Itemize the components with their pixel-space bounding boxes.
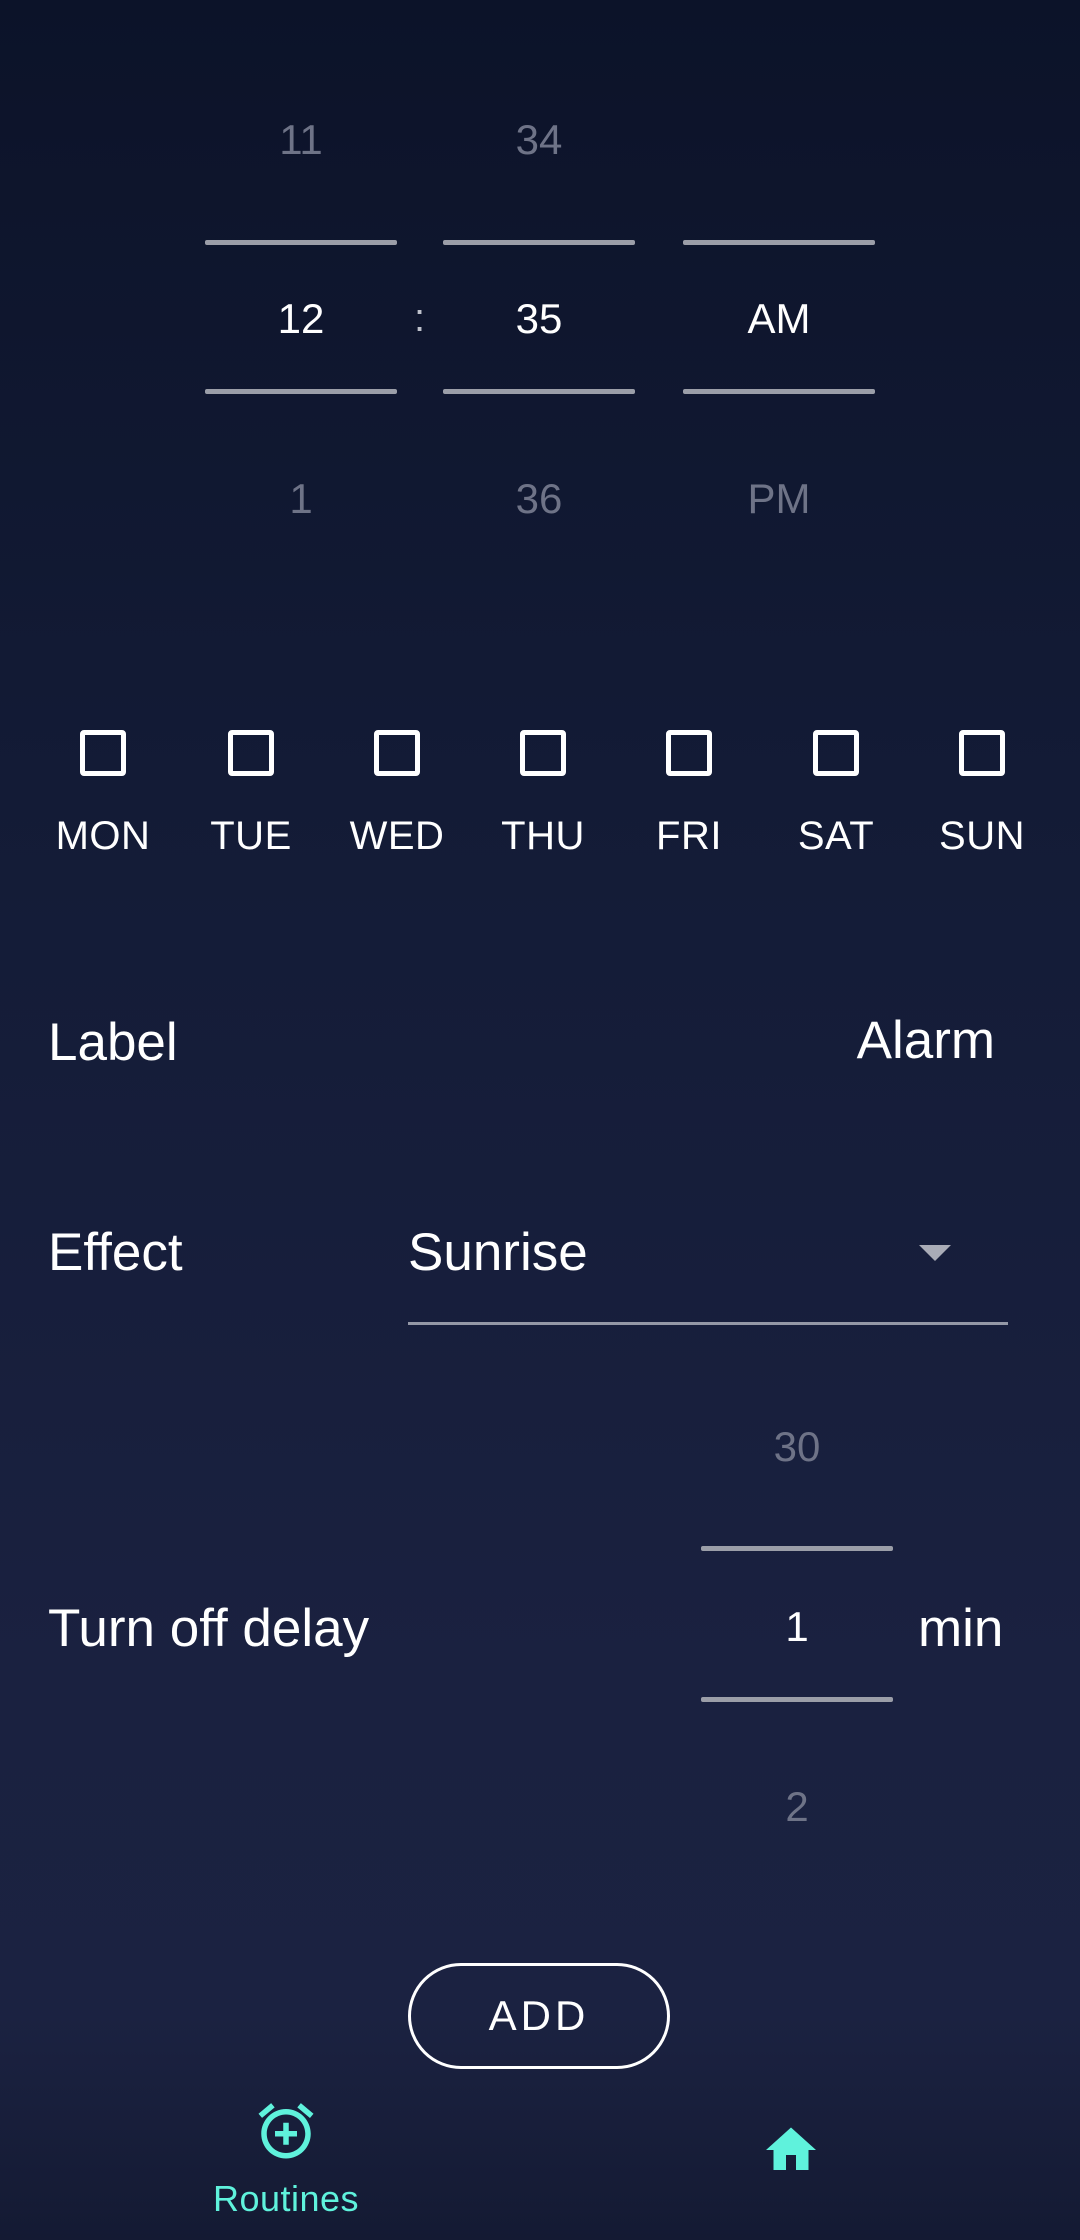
day-label: FRI — [656, 814, 722, 858]
day-label: THU — [501, 814, 585, 858]
day-checkbox[interactable] — [813, 730, 859, 776]
minute-next[interactable]: 36 — [443, 474, 635, 524]
period-bottom-divider — [683, 389, 875, 394]
day-checkbox[interactable] — [520, 730, 566, 776]
minute-top-divider — [443, 240, 635, 245]
alarm-add-icon — [258, 2103, 314, 2159]
day-label: SUN — [939, 814, 1025, 858]
hour-next[interactable]: 1 — [205, 474, 397, 524]
hour-bottom-divider — [205, 389, 397, 394]
day-thursday[interactable]: THU — [473, 730, 613, 859]
day-monday[interactable]: MON — [33, 730, 173, 859]
label-value[interactable]: Alarm — [857, 1010, 995, 1071]
delay-title: Turn off delay — [48, 1599, 370, 1658]
day-label: MON — [55, 814, 151, 858]
period-top-divider — [683, 240, 875, 245]
period-next[interactable]: PM — [683, 474, 875, 524]
nav-routines[interactable]: Routines — [196, 2098, 376, 2220]
day-checkbox[interactable] — [374, 730, 420, 776]
day-label: TUE — [210, 814, 292, 858]
nav-home[interactable] — [748, 2120, 834, 2180]
day-saturday[interactable]: SAT — [766, 730, 906, 859]
delay-selected[interactable]: 1 — [701, 1602, 893, 1652]
minute-bottom-divider — [443, 389, 635, 394]
hour-prev[interactable]: 11 — [205, 115, 397, 165]
day-wednesday[interactable]: WED — [327, 730, 467, 859]
day-friday[interactable]: FRI — [619, 730, 759, 859]
delay-top-divider — [701, 1546, 893, 1551]
day-checkbox[interactable] — [959, 730, 1005, 776]
home-icon — [766, 2127, 816, 2170]
period-selected[interactable]: AM — [683, 294, 875, 344]
dropdown-arrow-icon — [919, 1245, 951, 1261]
delay-next[interactable]: 2 — [701, 1782, 893, 1832]
day-checkbox[interactable] — [80, 730, 126, 776]
effect-selected-value: Sunrise — [408, 1223, 588, 1282]
day-checkbox[interactable] — [228, 730, 274, 776]
hour-selected[interactable]: 12 — [205, 294, 397, 344]
day-sunday[interactable]: SUN — [912, 730, 1052, 859]
minute-selected[interactable]: 35 — [443, 294, 635, 344]
add-button[interactable]: ADD — [408, 1963, 670, 2069]
effect-title: Effect — [48, 1223, 183, 1282]
minute-prev[interactable]: 34 — [443, 115, 635, 165]
day-label: SAT — [797, 814, 875, 858]
day-label: WED — [349, 814, 445, 858]
effect-dropdown[interactable]: Sunrise — [408, 1210, 1008, 1325]
nav-routines-label: Routines — [212, 2178, 360, 2219]
label-title: Label — [48, 1013, 178, 1072]
hour-top-divider — [205, 240, 397, 245]
time-separator: : — [414, 296, 426, 340]
delay-prev[interactable]: 30 — [701, 1422, 893, 1472]
day-tuesday[interactable]: TUE — [181, 730, 321, 859]
delay-unit: min — [918, 1599, 1004, 1658]
day-checkbox[interactable] — [666, 730, 712, 776]
delay-bottom-divider — [701, 1697, 893, 1702]
